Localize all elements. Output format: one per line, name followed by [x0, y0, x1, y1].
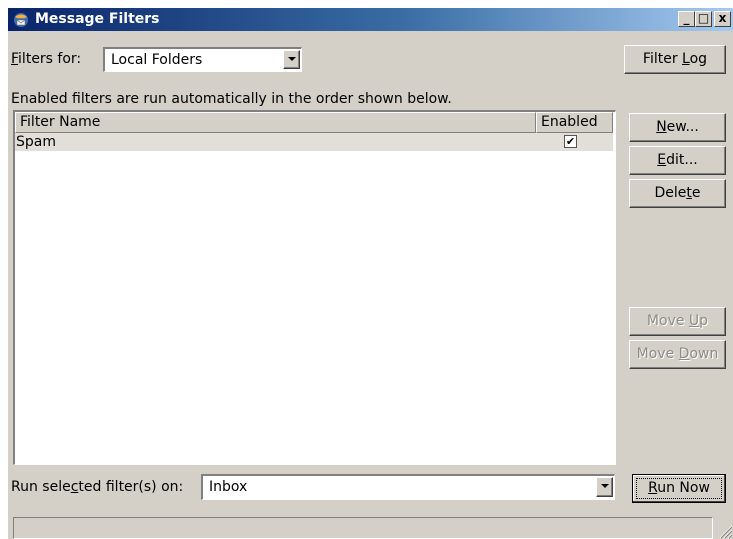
- table-row[interactable]: Spam ✔: [15, 133, 613, 151]
- move-down-button[interactable]: Move Down: [629, 340, 726, 369]
- minimize-button[interactable]: _: [678, 11, 695, 27]
- chevron-down-icon[interactable]: [283, 50, 300, 69]
- new-button[interactable]: New...: [629, 113, 726, 142]
- chevron-down-icon[interactable]: [596, 477, 613, 497]
- message-filters-window: Message Filters _ □ x Filters for: Local…: [8, 8, 733, 539]
- resize-grip-icon[interactable]: [717, 523, 733, 539]
- filters-for-label-post: ilters for:: [18, 51, 82, 67]
- column-header-enabled[interactable]: Enabled: [536, 112, 613, 133]
- column-header-filter-name[interactable]: Filter Name: [15, 112, 536, 133]
- title-bar[interactable]: Message Filters _ □ x: [8, 8, 733, 31]
- filter-list[interactable]: Filter Name Enabled Spam ✔: [13, 110, 616, 465]
- filters-for-dropdown[interactable]: Local Folders: [103, 47, 302, 72]
- run-on-dropdown[interactable]: Inbox: [201, 474, 615, 500]
- thunderbird-icon: [14, 13, 28, 27]
- filter-log-button[interactable]: Filter Log: [624, 45, 726, 74]
- close-button[interactable]: x: [714, 11, 731, 27]
- maximize-button[interactable]: □: [695, 11, 712, 27]
- filters-for-label: Filters for:: [11, 50, 81, 68]
- filters-for-label-key: F: [11, 51, 19, 67]
- run-now-button[interactable]: Run Now: [632, 474, 726, 503]
- enabled-checkbox[interactable]: ✔: [564, 135, 577, 148]
- info-text: Enabled filters are run automatically in…: [11, 91, 452, 107]
- move-up-button[interactable]: Move Up: [629, 307, 726, 336]
- filter-name: Spam: [16, 134, 56, 150]
- edit-button[interactable]: Edit...: [629, 146, 726, 175]
- status-bar: [13, 517, 713, 539]
- filters-for-value: Local Folders: [111, 52, 203, 68]
- run-on-label: Run selected filter(s) on:: [11, 479, 184, 495]
- window-title: Message Filters: [35, 11, 160, 27]
- delete-button[interactable]: Delete: [629, 179, 726, 208]
- run-on-value: Inbox: [209, 479, 248, 495]
